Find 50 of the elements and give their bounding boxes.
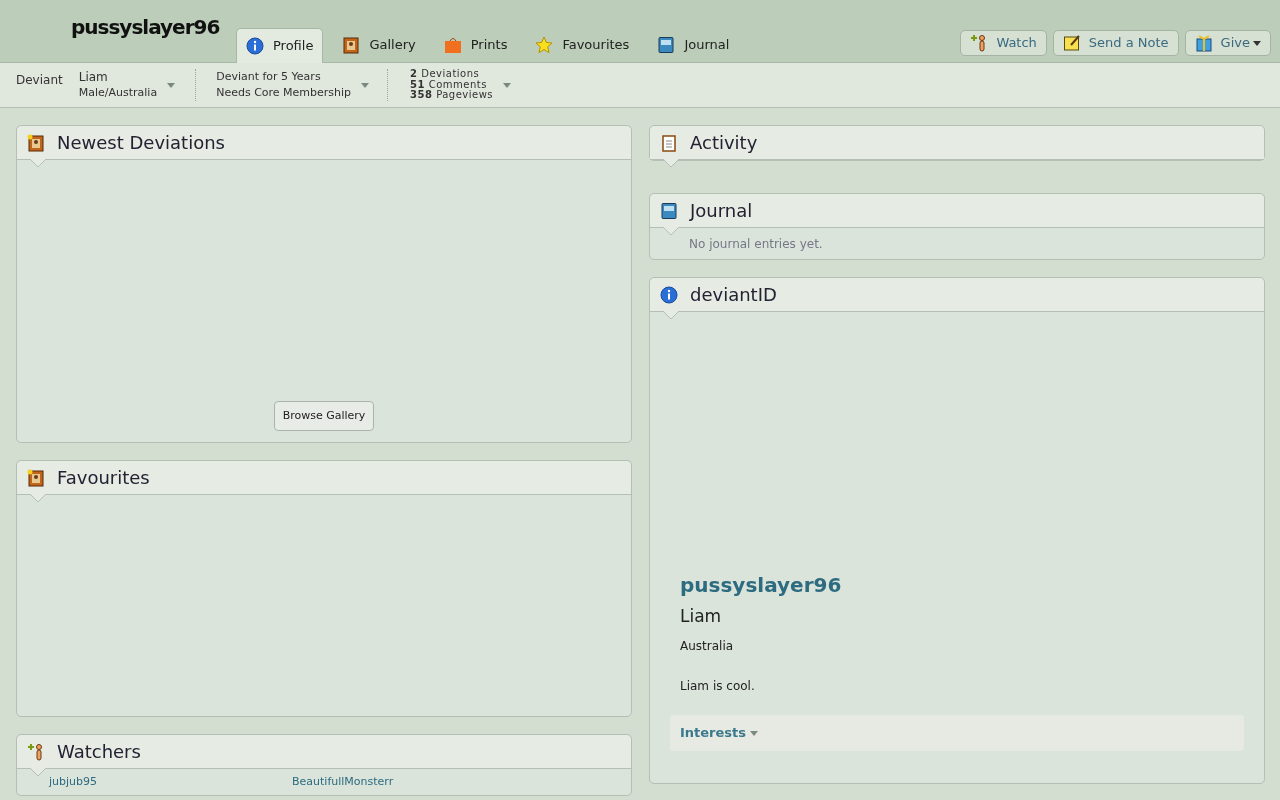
- person-plus-icon: [27, 742, 45, 761]
- note-icon: [1062, 34, 1081, 52]
- info-icon: [246, 37, 264, 55]
- nav-tab[interactable]: Gallery: [333, 28, 425, 62]
- caret-icon: [361, 82, 370, 88]
- member-tenure: Deviant for 5 Years: [216, 69, 322, 85]
- member-details: Male/Australia: [78, 85, 158, 101]
- stat-count: 51 Comments: [410, 79, 488, 90]
- stat-count: 358 Pageviews: [410, 90, 494, 101]
- membership-status: Needs Core Membership: [216, 85, 352, 101]
- info-icon: [660, 285, 678, 304]
- journal-empty-text: No journal entries yet.: [689, 235, 823, 253]
- caret-icon: [750, 730, 759, 736]
- nav-tab[interactable]: Prints: [434, 28, 517, 62]
- gift-icon: [1194, 34, 1213, 52]
- caret-icon: [1253, 40, 1261, 46]
- panel-title: Newest Deviations: [57, 131, 225, 155]
- panel-title: Activity: [690, 131, 758, 155]
- nav-tab[interactable]: Profile: [236, 28, 324, 63]
- panel-title: deviantID: [690, 283, 777, 307]
- action-button[interactable]: Give: [1184, 30, 1271, 56]
- picture-frame-icon: [342, 36, 361, 54]
- profile-username-link[interactable]: pussyslayer96: [680, 572, 842, 598]
- profile-location: Australia: [680, 638, 735, 655]
- profile-name: Liam: [680, 604, 723, 628]
- book-icon: [660, 201, 678, 220]
- browse-gallery-button[interactable]: Browse Gallery: [273, 401, 375, 431]
- watcher-link[interactable]: BeautifullMonsterr: [292, 773, 394, 791]
- panel-title: Favourites: [57, 466, 150, 490]
- caret-icon: [503, 82, 512, 88]
- username-title: pussyslayer96: [71, 14, 220, 41]
- profile-bio: Liam is cool.: [680, 678, 756, 695]
- clipboard-icon: [660, 133, 678, 152]
- member-name: Liam: [78, 69, 109, 85]
- book-icon: [657, 36, 676, 54]
- shopping-bag-icon: [443, 36, 462, 54]
- action-button[interactable]: Send a Note: [1052, 30, 1179, 56]
- nav-tab[interactable]: Journal: [648, 28, 739, 62]
- action-button[interactable]: Watch: [960, 30, 1047, 56]
- star-icon: [535, 36, 554, 54]
- watcher-link[interactable]: jubjub95: [49, 773, 98, 791]
- panel-title: Journal: [690, 199, 753, 223]
- interests-toggle[interactable]: Interests: [680, 723, 759, 743]
- panel-title: Watchers: [57, 740, 141, 764]
- caret-icon: [167, 82, 176, 88]
- member-type: Deviant: [15, 72, 64, 89]
- nav-tab[interactable]: Favourites: [526, 28, 639, 62]
- stat-count: 2 Deviations: [410, 69, 481, 80]
- new-picture-frame-icon: [27, 133, 45, 152]
- new-picture-frame-icon: [27, 468, 45, 487]
